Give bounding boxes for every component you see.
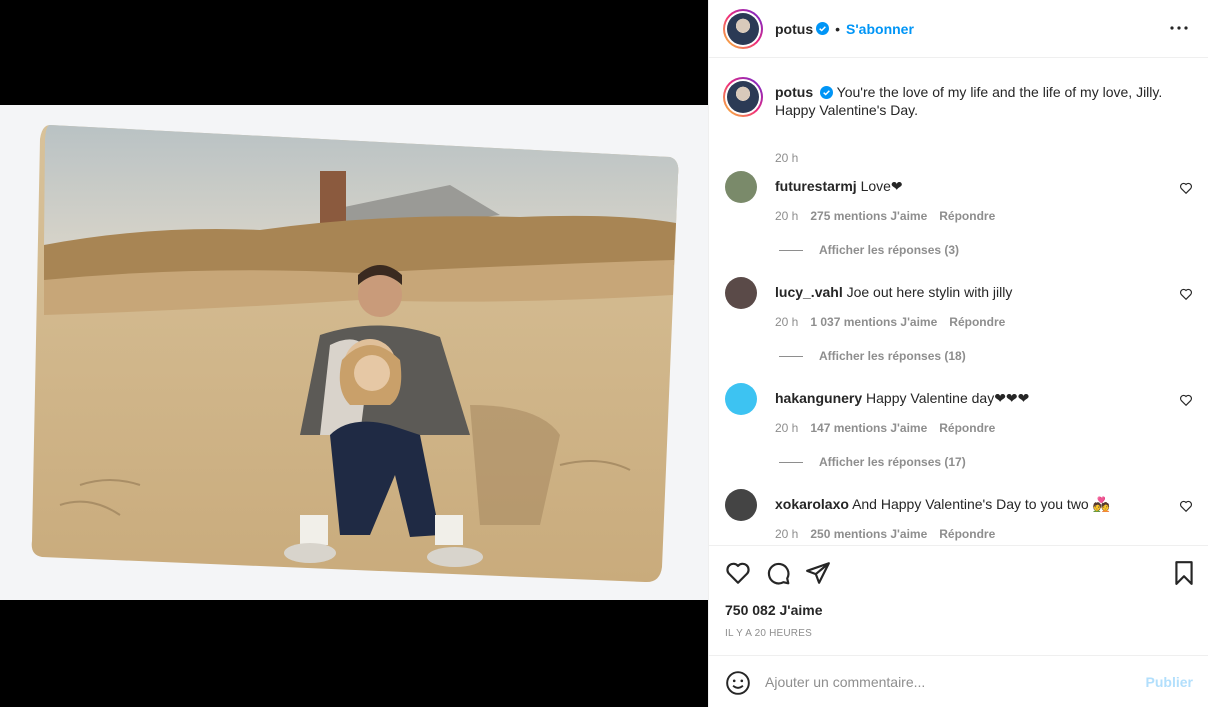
comment-avatar[interactable] [725, 171, 757, 203]
verified-badge-icon [820, 86, 833, 99]
like-comment-heart-icon[interactable] [1179, 181, 1193, 195]
reply-button[interactable]: Répondre [939, 421, 995, 435]
comment-username[interactable]: lucy_.vahl [775, 284, 843, 300]
comment-meta: 20 h 1 037 mentions J'aime Répondre [775, 315, 1005, 329]
save-bookmark-icon[interactable] [1171, 560, 1197, 586]
post-header: potus • S'abonner [709, 0, 1208, 58]
comment-meta: 20 h 275 mentions J'aime Répondre [775, 209, 995, 223]
comment-time[interactable]: 20 h [775, 209, 798, 223]
replies-line [779, 461, 803, 463]
comments-list[interactable]: potus You're the love of my life and the… [709, 59, 1208, 545]
post-media [0, 0, 708, 707]
comment-text: hakangunery Happy Valentine day❤❤❤ [775, 389, 1155, 407]
view-replies-label: Afficher les réponses (3) [819, 243, 960, 257]
comment-text: lucy_.vahl Joe out here stylin with jill… [775, 283, 1155, 301]
view-replies-button[interactable]: Afficher les réponses (18) [779, 349, 966, 363]
caption-avatar[interactable] [723, 77, 763, 117]
share-paper-plane-icon[interactable] [805, 560, 831, 586]
comment-input[interactable] [765, 671, 1125, 693]
comment-body: Love❤ [860, 178, 903, 194]
comment-likes[interactable]: 250 mentions J'aime [810, 527, 927, 541]
comment-time[interactable]: 20 h [775, 421, 798, 435]
comment-avatar[interactable] [725, 489, 757, 521]
publish-button[interactable]: Publier [1146, 674, 1193, 690]
post-timestamp[interactable]: IL Y A 20 HEURES [725, 628, 812, 639]
comment-text: xokarolaxo And Happy Valentine's Day to … [775, 495, 1155, 513]
reply-button[interactable]: Répondre [949, 315, 1005, 329]
verified-badge-icon [816, 22, 830, 35]
comment-likes[interactable]: 275 mentions J'aime [810, 209, 927, 223]
reply-button[interactable]: Répondre [939, 527, 995, 541]
comment-meta: 20 h 147 mentions J'aime Répondre [775, 421, 995, 435]
comment-text: futurestarmj Love❤ [775, 177, 1155, 195]
view-replies-button[interactable]: Afficher les réponses (17) [779, 455, 966, 469]
comment-avatar[interactable] [725, 277, 757, 309]
add-comment-bar: Publier [709, 655, 1208, 707]
comment-body: Joe out here stylin with jilly [846, 284, 1013, 300]
caption-username[interactable]: potus [775, 84, 813, 100]
comment-likes[interactable]: 1 037 mentions J'aime [810, 315, 937, 329]
comment-username[interactable]: xokarolaxo [775, 496, 849, 512]
replies-line [779, 355, 803, 357]
like-comment-heart-icon[interactable] [1179, 287, 1193, 301]
comment-avatar[interactable] [725, 383, 757, 415]
comment-username[interactable]: futurestarmj [775, 178, 857, 194]
comment-time[interactable]: 20 h [775, 527, 798, 541]
more-options-icon[interactable] [1167, 16, 1191, 40]
author-username[interactable]: potus [775, 21, 813, 37]
follow-button[interactable]: S'abonner [846, 21, 914, 37]
like-comment-heart-icon[interactable] [1179, 499, 1193, 513]
separator-dot: • [835, 20, 841, 37]
post-side-panel: potus • S'abonner potus You're the love … [708, 0, 1208, 707]
comment-time[interactable]: 20 h [775, 315, 798, 329]
comment-body: And Happy Valentine's Day to you two 💑 [852, 496, 1111, 512]
view-replies-button[interactable]: Afficher les réponses (3) [779, 243, 959, 257]
comment-meta: 20 h 250 mentions J'aime Répondre [775, 527, 995, 541]
view-replies-label: Afficher les réponses (17) [819, 455, 966, 469]
caption-timestamp[interactable]: 20 h [775, 151, 798, 165]
caption-body: You're the love of my life and the life … [775, 84, 1163, 118]
comment-likes[interactable]: 147 mentions J'aime [810, 421, 927, 435]
replies-line [779, 249, 803, 251]
comment-bubble-icon[interactable] [765, 560, 791, 586]
like-comment-heart-icon[interactable] [1179, 393, 1193, 407]
likes-count[interactable]: 750 082 J'aime [725, 602, 823, 618]
vintage-beach-photo [31, 125, 679, 583]
caption-text: potus You're the love of my life and the… [775, 83, 1185, 119]
author-avatar[interactable] [723, 8, 763, 49]
comment-body: Happy Valentine day❤❤❤ [866, 390, 1030, 406]
emoji-icon[interactable] [725, 670, 751, 696]
view-replies-label: Afficher les réponses (18) [819, 349, 966, 363]
comment-username[interactable]: hakangunery [775, 390, 862, 406]
reply-button[interactable]: Répondre [939, 209, 995, 223]
post-photo[interactable] [0, 105, 708, 600]
post-actions: 750 082 J'aime IL Y A 20 HEURES [709, 545, 1208, 655]
like-heart-icon[interactable] [725, 560, 751, 586]
